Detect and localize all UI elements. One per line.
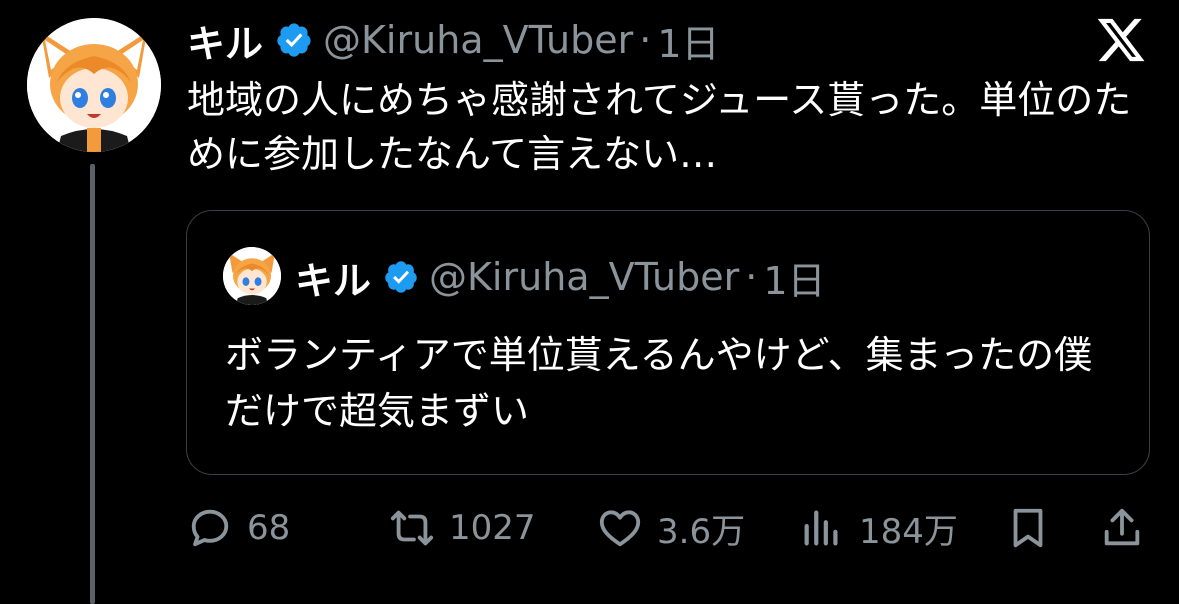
quoted-author-handle[interactable]: @Kiruha_VTuber <box>429 255 739 299</box>
x-logo-icon <box>1097 18 1145 62</box>
retweet-button[interactable]: 1027 <box>389 502 536 554</box>
quoted-tweet-header: キル @Kiruha_VTuber · 1日 <box>295 251 826 303</box>
tweet-header: キル @Kiruha_VTuber · 1日 <box>187 14 720 66</box>
author-avatar[interactable] <box>27 18 161 152</box>
quoted-author-avatar[interactable] <box>223 247 281 305</box>
reply-button[interactable]: 68 <box>187 502 290 554</box>
like-icon <box>599 510 641 547</box>
retweet-count: 1027 <box>449 508 536 548</box>
author-name[interactable]: キル <box>187 13 263 68</box>
thread-line <box>90 164 95 604</box>
reply-count: 68 <box>247 508 291 548</box>
separator-dot: · <box>745 255 758 299</box>
views-button[interactable]: 184万 <box>799 502 958 554</box>
timestamp[interactable]: 1日 <box>657 13 719 68</box>
views-count: 184万 <box>859 511 958 552</box>
views-icon <box>804 510 838 546</box>
retweet-icon <box>390 510 434 546</box>
quoted-timestamp[interactable]: 1日 <box>763 250 825 305</box>
like-count: 3.6万 <box>657 511 746 552</box>
reply-icon <box>191 509 229 547</box>
action-bar: 68 1027 3.6万 184万 <box>187 502 1152 554</box>
author-handle[interactable]: @Kiruha_VTuber <box>323 18 633 62</box>
share-icon <box>1104 508 1140 546</box>
bookmark-button[interactable] <box>1005 502 1051 554</box>
quoted-tweet[interactable]: キル @Kiruha_VTuber · 1日 ボランティアで単位貰えるんやけど、… <box>186 210 1150 475</box>
verified-badge-icon <box>277 23 311 57</box>
quoted-author-name[interactable]: キル <box>295 250 371 305</box>
tweet-text: 地域の人にめちゃ感謝されてジュース貰った。単位のために参加したなんて言えない… <box>187 78 1132 176</box>
quoted-tweet-text: ボランティアで単位貰えるんやけど、集まったの僕だけで超気まずい <box>225 333 1093 433</box>
verified-badge-icon <box>385 261 417 293</box>
share-button[interactable] <box>1099 502 1145 554</box>
separator-dot: · <box>639 18 652 62</box>
like-button[interactable]: 3.6万 <box>597 502 745 554</box>
bookmark-icon <box>1013 508 1043 548</box>
